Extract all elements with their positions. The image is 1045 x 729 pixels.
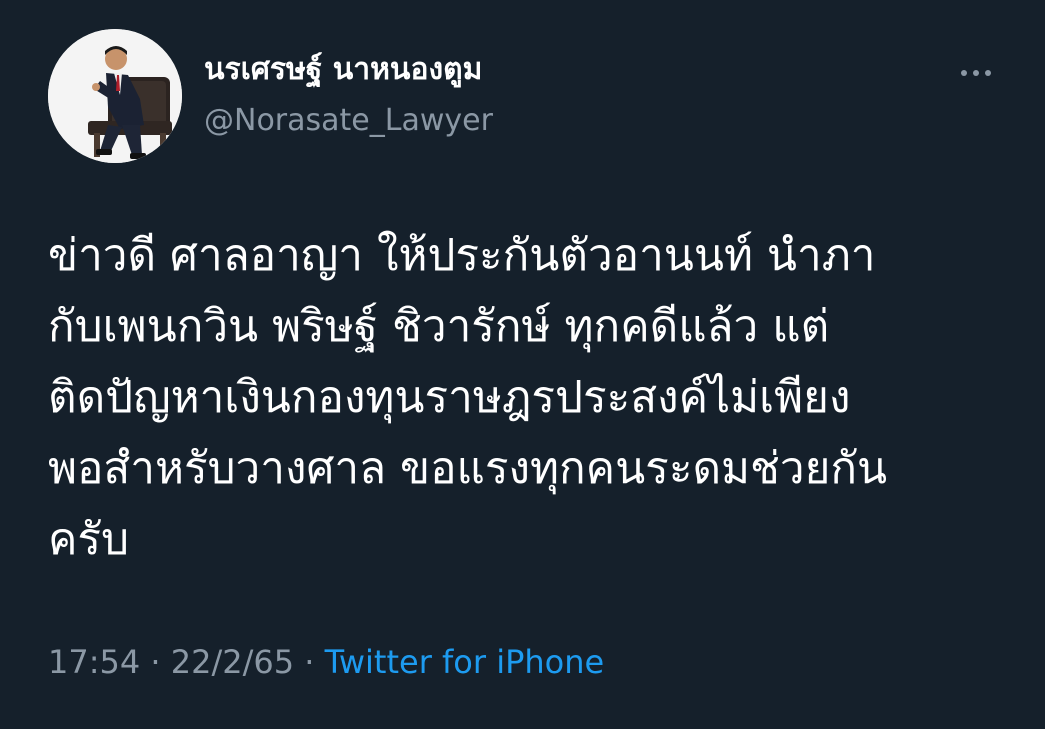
meta-separator: · xyxy=(140,643,171,681)
tweet-text-line: ครับ xyxy=(48,514,129,565)
more-horizontal-icon xyxy=(961,70,991,76)
meta-separator: · xyxy=(294,643,325,681)
tweet-text-line: กับเพนกวิน พริษฐ์ ชิวารักษ์ ทุกคดีแล้ว แ… xyxy=(48,301,830,352)
display-name[interactable]: นรเศรษฐ์ นาหนองตูม xyxy=(204,50,482,90)
avatar[interactable] xyxy=(48,29,182,163)
tweet-time[interactable]: 17:54 xyxy=(48,643,140,681)
avatar-photo xyxy=(48,29,182,163)
tweet-text: ข่าวดี ศาลอาญา ให้ประกันตัวอานนท์ นำภา ก… xyxy=(48,220,1008,575)
tweet-source-link[interactable]: Twitter for iPhone xyxy=(325,643,605,681)
tweet-text-line: ติดปัญหาเงินกองทุนราษฎรประสงค์ไม่เพียง xyxy=(48,372,851,423)
user-handle[interactable]: @Norasate_Lawyer xyxy=(204,101,493,141)
tweet-meta: 17:54 · 22/2/65 · Twitter for iPhone xyxy=(48,640,604,684)
tweet-text-line: ข่าวดี ศาลอาญา ให้ประกันตัวอานนท์ นำภา xyxy=(48,230,876,281)
tweet-text-line: พอสำหรับวางศาล ขอแรงทุกคนระดมช่วยกัน xyxy=(48,443,888,494)
tweet: นรเศรษฐ์ นาหนองตูม @Norasate_Lawyer ข่าว… xyxy=(0,0,1045,729)
more-options-button[interactable] xyxy=(952,58,1000,88)
tweet-date[interactable]: 22/2/65 xyxy=(171,643,294,681)
